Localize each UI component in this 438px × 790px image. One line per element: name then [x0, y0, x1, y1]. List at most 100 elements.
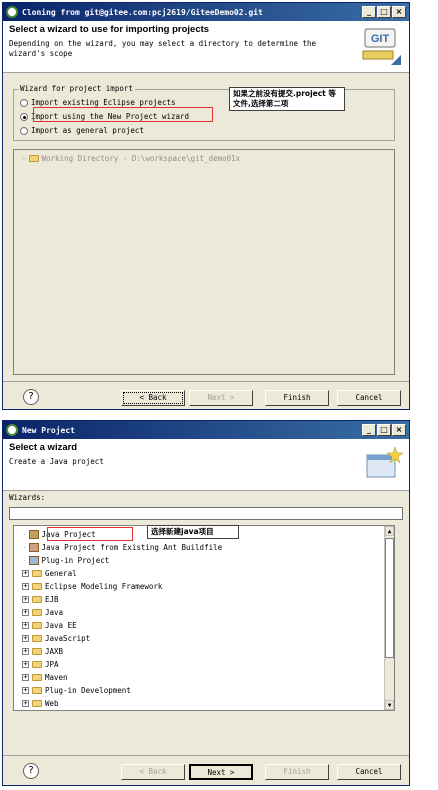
- tree-item-plugin-project[interactable]: · Plug-in Project: [22, 556, 109, 565]
- wizards-label: Wizards:: [9, 493, 46, 502]
- folder-icon: [32, 583, 42, 590]
- tree-item-java[interactable]: + Java: [22, 608, 63, 617]
- back-button[interactable]: < Back: [121, 764, 185, 780]
- radio-label: Import existing Eclipse projects: [31, 98, 176, 107]
- header-title: Select a wizard to use for importing pro…: [9, 24, 210, 35]
- radio-dot-selected[interactable]: [20, 112, 28, 121]
- folder-icon: [32, 661, 42, 668]
- svg-text:GIT: GIT: [371, 33, 390, 45]
- tree-item-label: Plug-in Project: [41, 556, 110, 565]
- plugin-icon: [28, 556, 39, 565]
- tree-item-maven[interactable]: + Maven: [22, 673, 68, 682]
- import-wizard-dialog: Cloning from git@gitee.com:pcj2619/Gitee…: [2, 2, 410, 410]
- annotation-callout: 如果之前没有提交.project 等文件,选择第二项: [229, 87, 345, 111]
- tree-item-label: Java: [45, 608, 64, 617]
- wizard-header: Select a wizard to use for importing pro…: [3, 21, 409, 73]
- tree-item-label: General: [45, 569, 77, 578]
- expand-icon[interactable]: +: [22, 622, 29, 629]
- cancel-button[interactable]: Cancel: [337, 390, 401, 406]
- wizard-filter-input[interactable]: [9, 507, 403, 520]
- annotation-callout: 选择新建java项目: [147, 525, 239, 539]
- expand-icon[interactable]: +: [22, 700, 29, 707]
- tree-item-label: Web: [45, 699, 59, 708]
- vertical-scrollbar[interactable]: ▲ ▼: [384, 526, 394, 710]
- scroll-thumb[interactable]: [385, 538, 394, 658]
- new-project-dialog: New Project _ □ × Select a wizard Create…: [2, 420, 410, 786]
- folder-icon: [32, 687, 42, 694]
- scroll-down-icon[interactable]: ▼: [385, 700, 394, 710]
- folder-icon: [32, 570, 42, 577]
- folder-icon: [32, 635, 42, 642]
- expand-icon[interactable]: +: [22, 609, 29, 616]
- tree-item-ejb[interactable]: + EJB: [22, 595, 59, 604]
- cancel-button[interactable]: Cancel: [337, 764, 401, 780]
- tree-item-plugin-development[interactable]: + Plug-in Development: [22, 686, 131, 695]
- expand-icon[interactable]: +: [22, 648, 29, 655]
- radio-dot[interactable]: [20, 126, 28, 135]
- folder-icon: [32, 700, 42, 707]
- window-title: New Project: [22, 425, 75, 435]
- help-icon[interactable]: ?: [23, 389, 39, 405]
- git-logo-icon: GIT: [362, 28, 401, 65]
- wizard-tree[interactable]: · Java Project · Java Project from Exist…: [13, 525, 395, 711]
- finish-button[interactable]: Finish: [265, 764, 329, 780]
- tree-item-emf[interactable]: + Eclipse Modeling Framework: [22, 582, 162, 591]
- expand-icon[interactable]: +: [22, 687, 29, 694]
- wizard-header: Select a wizard Create a Java project: [3, 439, 409, 491]
- maximize-button[interactable]: □: [377, 424, 391, 436]
- help-icon[interactable]: ?: [23, 763, 39, 779]
- group-label: Wizard for project import: [18, 84, 135, 93]
- next-button[interactable]: Next >: [189, 764, 253, 780]
- header-description: Depending on the wizard, you may select …: [9, 39, 317, 58]
- minimize-button[interactable]: _: [362, 6, 376, 18]
- scroll-up-icon[interactable]: ▲: [385, 526, 394, 536]
- radio-import-general[interactable]: Import as general project: [20, 126, 144, 135]
- back-button[interactable]: < Back: [121, 390, 185, 406]
- header-description: Create a Java project: [9, 457, 104, 466]
- expand-icon[interactable]: +: [22, 570, 29, 577]
- tree-item-label: Java EE: [45, 621, 77, 630]
- tree-item-label: JavaScript: [45, 634, 91, 643]
- title-bar[interactable]: Cloning from git@gitee.com:pcj2619/Gitee…: [3, 3, 409, 21]
- next-button[interactable]: Next >: [189, 390, 253, 406]
- expand-icon[interactable]: +: [22, 583, 29, 590]
- window-title: Cloning from git@gitee.com:pcj2619/Gitee…: [22, 7, 263, 17]
- tree-item-javascript[interactable]: + JavaScript: [22, 634, 90, 643]
- header-title: Select a wizard: [9, 442, 78, 453]
- eclipse-icon: [6, 424, 18, 436]
- radio-label: Import as general project: [31, 126, 144, 135]
- close-button[interactable]: ×: [392, 424, 406, 436]
- ant-icon: [28, 543, 39, 552]
- expand-icon[interactable]: +: [22, 661, 29, 668]
- title-bar[interactable]: New Project _ □ ×: [3, 421, 409, 439]
- tree-item-ant-project[interactable]: · Java Project from Existing Ant Buildfi…: [22, 543, 222, 552]
- new-wizard-icon: [366, 446, 403, 478]
- tree-item-web[interactable]: + Web: [22, 699, 59, 708]
- highlight-box: [47, 527, 133, 541]
- maximize-button[interactable]: □: [377, 6, 391, 18]
- close-button[interactable]: ×: [392, 6, 406, 18]
- minimize-button[interactable]: _: [362, 424, 376, 436]
- working-directory-label: Working Directory - D:\workspace\git_dem…: [41, 154, 241, 163]
- working-directory-tree[interactable]: — Working Directory - D:\workspace\git_d…: [13, 149, 395, 375]
- eclipse-icon: [6, 6, 18, 18]
- radio-import-existing[interactable]: Import existing Eclipse projects: [20, 98, 176, 107]
- folder-icon: [32, 609, 42, 616]
- expand-icon[interactable]: +: [22, 596, 29, 603]
- button-bar: ? < Back Next > Finish Cancel: [3, 381, 409, 411]
- tree-item-jaxb[interactable]: + JAXB: [22, 647, 63, 656]
- tree-item-general[interactable]: + General: [22, 569, 77, 578]
- tree-item-label: JAXB: [45, 647, 64, 656]
- expand-icon[interactable]: +: [22, 674, 29, 681]
- tree-item-label: JPA: [45, 660, 59, 669]
- folder-icon: [32, 622, 42, 629]
- tree-item-jpa[interactable]: + JPA: [22, 660, 59, 669]
- button-bar: ? < Back Next > Finish Cancel: [3, 755, 409, 785]
- tree-item-label: Java Project from Existing Ant Buildfile: [41, 543, 223, 552]
- finish-button[interactable]: Finish: [265, 390, 329, 406]
- folder-icon: [28, 155, 39, 162]
- radio-dot[interactable]: [20, 98, 28, 107]
- expand-icon[interactable]: +: [22, 635, 29, 642]
- tree-item-java-ee[interactable]: + Java EE: [22, 621, 77, 630]
- working-directory-item[interactable]: — Working Directory - D:\workspace\git_d…: [22, 154, 240, 163]
